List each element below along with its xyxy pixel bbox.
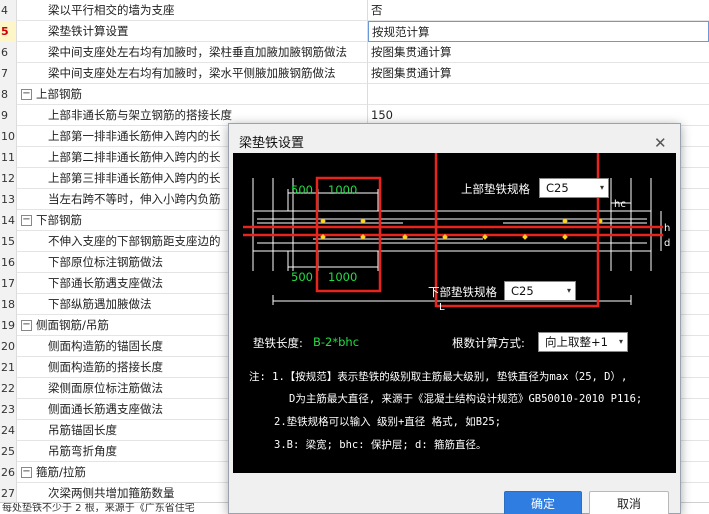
row-name-text: 下部钢筋 xyxy=(36,213,82,227)
collapse-icon[interactable]: − xyxy=(21,89,32,100)
top-dim-1000: 1000 xyxy=(328,183,358,197)
row-name-text: 下部纵筋遇加腋做法 xyxy=(48,297,152,311)
row-value-cell[interactable]: 按规范计算 xyxy=(368,21,709,42)
row-name-text: 侧面构造筋的搭接长度 xyxy=(48,360,163,374)
length-label: 垫铁长度: xyxy=(253,336,303,350)
row-name-text: 吊筋锚固长度 xyxy=(48,423,117,437)
grid-row[interactable]: 4 梁以平行相交的墙为支座 否 xyxy=(0,0,709,21)
row-number: 4 xyxy=(0,0,17,21)
root-calc-select[interactable]: 向上取整+1 ▾ xyxy=(538,332,628,352)
row-name-text: 侧面通长筋遇支座做法 xyxy=(48,402,163,416)
row-number: 22 xyxy=(0,378,17,399)
row-number: 12 xyxy=(0,168,17,189)
chevron-down-icon: ▾ xyxy=(566,286,571,295)
row-name-text: 上部第一排非通长筋伸入跨内的长 xyxy=(48,129,221,143)
bottom-spec-select[interactable]: C25 ▾ xyxy=(504,281,576,301)
row-name-text: 上部第三排非通长筋伸入跨内的长 xyxy=(48,171,221,185)
row-number: 26 xyxy=(0,462,17,483)
grid-group-row[interactable]: 8− 上部钢筋 xyxy=(0,84,709,105)
row-number: 17 xyxy=(0,273,17,294)
row-name-cell: 梁中间支座处左右均有加腋时，梁柱垂直加腋加腋钢筋做法 xyxy=(17,42,368,63)
row-name-text: 吊筋弯折角度 xyxy=(48,444,117,458)
row-name-text: 不伸入支座的下部钢筋距支座边的 xyxy=(48,234,221,248)
row-number: 10 xyxy=(0,126,17,147)
row-number: 6 xyxy=(0,42,17,63)
row-name-text: 上部钢筋 xyxy=(36,87,82,101)
row-number: 16 xyxy=(0,252,17,273)
row-number: 20 xyxy=(0,336,17,357)
row-name-cell: 梁垫铁计算设置 xyxy=(17,21,368,42)
top-spec-select[interactable]: C25 ▾ xyxy=(539,178,609,198)
row-number: 15 xyxy=(0,231,17,252)
note-line: 2.垫铁规格可以输入 级别+直径 格式, 如B25; xyxy=(274,416,502,428)
row-number: 5 xyxy=(0,21,17,42)
hc-label: hc xyxy=(614,199,626,210)
row-value-cell[interactable] xyxy=(368,84,709,105)
grid-row[interactable]: 6 梁中间支座处左右均有加腋时，梁柱垂直加腋加腋钢筋做法 按图集贯通计算 xyxy=(0,42,709,63)
chevron-down-icon: ▾ xyxy=(618,337,623,346)
row-name-cell: 梁中间支座处左右均有加腋时，梁水平侧腋加腋钢筋做法 xyxy=(17,63,368,84)
cancel-button[interactable]: 取消 xyxy=(589,491,669,514)
bottom-dim-1000: 1000 xyxy=(328,270,358,284)
row-value-cell[interactable]: 按图集贯通计算 xyxy=(368,42,709,63)
row-name-cell: − 上部钢筋 xyxy=(17,84,368,105)
row-name-text: 下部通长筋遇支座做法 xyxy=(48,276,163,290)
row-value-cell[interactable]: 按图集贯通计算 xyxy=(368,63,709,84)
row-number: 25 xyxy=(0,441,17,462)
row-number: 21 xyxy=(0,357,17,378)
row-number: 8 xyxy=(0,84,17,105)
grid-row[interactable]: 7 梁中间支座处左右均有加腋时，梁水平侧腋加腋钢筋做法 按图集贯通计算 xyxy=(0,63,709,84)
bottom-dim-500: 500 xyxy=(291,270,313,284)
row-name-text: 下部原位标注钢筋做法 xyxy=(48,255,163,269)
dialog-title: 梁垫铁设置 xyxy=(239,136,305,151)
row-name-text: 梁中间支座处左右均有加腋时，梁柱垂直加腋加腋钢筋做法 xyxy=(48,45,347,59)
row-name-text: 上部非通长筋与架立钢筋的搭接长度 xyxy=(48,108,232,122)
note-line: D为主筋最大直径, 来源于《混凝土结构设计规范》GB50010-2010 P11… xyxy=(289,393,643,405)
row-name-text: 侧面构造筋的锚固长度 xyxy=(48,339,163,353)
row-name-cell: 梁以平行相交的墙为支座 xyxy=(17,0,368,21)
d-label: d xyxy=(664,238,671,249)
row-name-text: 梁中间支座处左右均有加腋时，梁水平侧腋加腋钢筋做法 xyxy=(48,66,336,80)
top-dim-500: 500 xyxy=(291,183,313,197)
collapse-icon[interactable]: − xyxy=(21,320,32,331)
length-value: B-2*bhc xyxy=(313,335,360,349)
row-name-text: 箍筋/拉筋 xyxy=(36,465,86,479)
row-value-cell[interactable]: 否 xyxy=(368,0,709,21)
row-name-text: 梁侧面原位标注筋做法 xyxy=(48,381,163,395)
row-name-text: 当左右跨不等时，伸入小跨内负筋 xyxy=(48,192,221,206)
row-name-text: 侧面钢筋/吊筋 xyxy=(36,318,109,332)
chevron-down-icon: ▾ xyxy=(599,183,604,192)
row-number: 11 xyxy=(0,147,17,168)
row-name-text: 梁以平行相交的墙为支座 xyxy=(48,3,175,17)
l-label: L xyxy=(439,302,445,313)
row-number: 13 xyxy=(0,189,17,210)
row-number: 9 xyxy=(0,105,17,126)
close-icon[interactable]: ✕ xyxy=(654,134,667,152)
diagram-panel: 上部垫铁规格 C25 ▾ 下部垫铁规格 C25 ▾ 500 1000 500 100… xyxy=(233,153,676,473)
beam-pad-bar-dialog: 梁垫铁设置 ✕ 上部垫铁规格 C25 ▾ 下部垫铁规格 C25 ▾ 500 10… xyxy=(228,123,681,514)
h-label: h xyxy=(664,223,671,234)
row-number: 27 xyxy=(0,483,17,504)
row-name-text: 次梁两侧共增加箍筋数量 xyxy=(48,486,175,500)
row-name-text: 梁垫铁计算设置 xyxy=(48,24,129,38)
row-number: 18 xyxy=(0,294,17,315)
row-name-text: 上部第二排非通长筋伸入跨内的长 xyxy=(48,150,221,164)
bottom-spec-label: 下部垫铁规格 xyxy=(428,285,497,299)
root-calc-label: 根数计算方式: xyxy=(452,336,525,350)
grid-row[interactable]: 5 梁垫铁计算设置 按规范计算 xyxy=(0,21,709,42)
row-number: 24 xyxy=(0,420,17,441)
row-number: 19 xyxy=(0,315,17,336)
collapse-icon[interactable]: − xyxy=(21,467,32,478)
row-number: 23 xyxy=(0,399,17,420)
note-line: 注: 1.【按规范】表示垫铁的级别取主筋最大级别, 垫铁直径为max（25, D… xyxy=(249,371,628,383)
row-number: 14 xyxy=(0,210,17,231)
row-number: 7 xyxy=(0,63,17,84)
collapse-icon[interactable]: − xyxy=(21,215,32,226)
note-line: 3.B: 梁宽; bhc: 保护层; d: 箍筋直径。 xyxy=(274,439,487,451)
top-spec-label: 上部垫铁规格 xyxy=(461,182,530,196)
ok-button[interactable]: 确定 xyxy=(504,491,582,514)
